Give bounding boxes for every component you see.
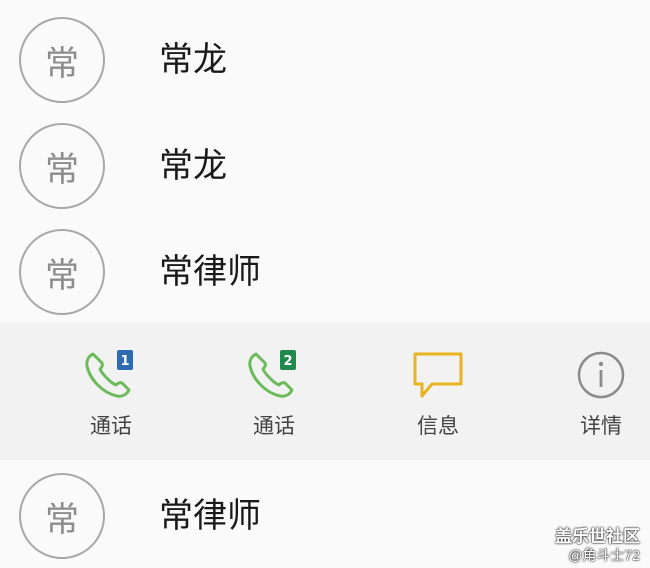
- avatar: 常: [19, 229, 105, 315]
- contact-name: 常律师: [159, 496, 261, 536]
- contact-row[interactable]: 常 常律师: [0, 218, 650, 324]
- sim-badge: 2: [283, 354, 292, 369]
- contact-name: 常律师: [159, 252, 261, 292]
- details-button[interactable]: 详情: [531, 322, 650, 460]
- info-icon: [577, 351, 625, 399]
- avatar: 常: [19, 123, 105, 209]
- message-icon: [413, 352, 463, 398]
- details-label: 详情: [580, 414, 622, 438]
- contact-name: 常龙: [159, 40, 227, 80]
- phone-sim1-icon: 1: [85, 350, 133, 398]
- sim-badge: 1: [120, 354, 129, 369]
- call-sim2-button[interactable]: 2 通话: [204, 322, 344, 460]
- avatar: 常: [19, 17, 105, 103]
- watermark: 盖乐世社区 @角斗士72: [555, 527, 640, 564]
- avatar: 常: [19, 473, 105, 559]
- contact-row[interactable]: 常 常龙: [0, 112, 650, 218]
- message-button[interactable]: 信息: [368, 322, 508, 460]
- call-sim1-label: 通话: [90, 414, 132, 438]
- contact-name: 常龙: [159, 146, 227, 186]
- phone-sim2-icon: 2: [248, 350, 296, 398]
- message-label: 信息: [417, 414, 459, 438]
- call-sim2-label: 通话: [253, 414, 295, 438]
- contact-row[interactable]: 常 常龙: [0, 6, 650, 112]
- contact-row[interactable]: 常 常律师: [0, 462, 650, 568]
- watermark-subtitle: @角斗士72: [568, 547, 640, 564]
- contact-actions-bar: 1 通话 2 通话 信息 详情: [0, 322, 650, 460]
- call-sim1-button[interactable]: 1 通话: [41, 322, 181, 460]
- watermark-title: 盖乐世社区: [555, 526, 640, 546]
